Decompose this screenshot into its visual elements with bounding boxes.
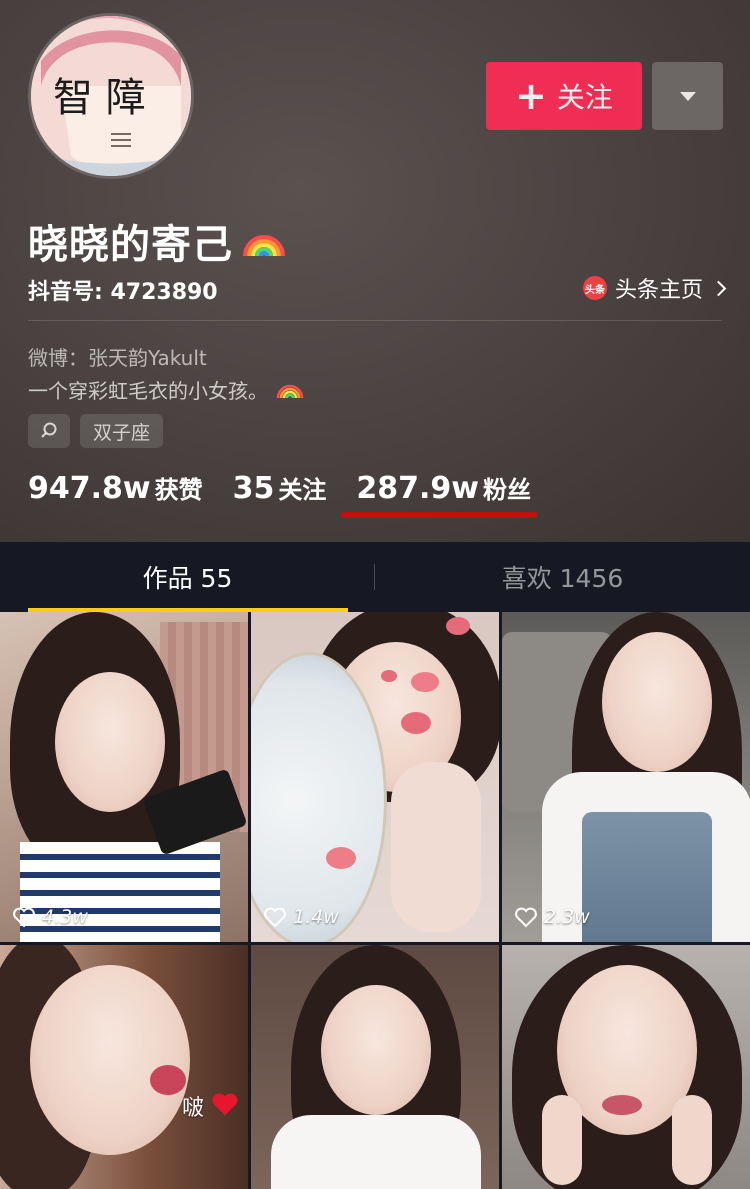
video-thumbnail[interactable]: [502, 945, 750, 1189]
douyin-id: 抖音号: 4723890: [28, 280, 218, 305]
weibo-info: 微博：张天韵Yakult: [28, 346, 207, 370]
heart-icon: [515, 907, 537, 928]
fans-count: 287.9w: [356, 471, 479, 506]
video-overlay-text: 啵: [182, 1096, 205, 1121]
red-heart-icon: [212, 1093, 238, 1116]
video-grid: 4.3w 1.4w 2.3w 啵: [0, 612, 750, 1189]
video-thumbnail[interactable]: 2.3w: [502, 612, 750, 942]
toutiao-homepage-link[interactable]: 头条 头条主页: [582, 272, 727, 304]
signature: 一个穿彩虹毛衣的小女孩。: [28, 379, 268, 403]
heart-icon: [264, 907, 286, 928]
video-likes: 1.4w: [263, 906, 339, 928]
more-options-button[interactable]: [652, 62, 723, 130]
video-thumbnail[interactable]: 4.3w: [0, 612, 248, 942]
video-likes: 2.3w: [514, 906, 590, 928]
fans-label: 粉丝: [482, 476, 531, 504]
profile-page: 智 障 + 关注 晓晓的寄己 抖音号: 4723890 头条 头条主页 微博：张…: [0, 0, 750, 1189]
video-thumbnail[interactable]: [251, 945, 499, 1189]
content-tabs: 作品 55 喜欢 1456: [0, 542, 750, 612]
nickname: 晓晓的寄己: [28, 222, 233, 268]
svg-text:智 障: 智 障: [53, 75, 146, 121]
avatar-image: 智 障: [31, 16, 191, 176]
video-likes: 4.3w: [12, 906, 88, 928]
profile-header: 智 障 + 关注 晓晓的寄己 抖音号: 4723890 头条 头条主页 微博：张…: [0, 0, 750, 542]
zodiac-tag[interactable]: 双子座: [80, 414, 164, 448]
video-thumbnail[interactable]: 啵: [0, 945, 248, 1189]
follow-button[interactable]: + 关注: [486, 62, 642, 130]
nickname-row: 晓晓的寄己: [28, 212, 287, 270]
video-thumbnail[interactable]: 1.4w: [251, 612, 499, 942]
chevron-right-icon: [710, 280, 727, 296]
caret-down-icon: [679, 91, 696, 101]
toutiao-label: 头条主页: [614, 278, 703, 303]
likes-received-label: 获赞: [154, 476, 203, 504]
avatar[interactable]: 智 障: [28, 13, 194, 179]
tab-likes[interactable]: 喜欢 1456: [375, 542, 750, 612]
following-label: 关注: [278, 476, 327, 504]
heart-icon: [13, 907, 35, 928]
plus-icon: +: [515, 74, 547, 118]
search-icon: [41, 422, 57, 438]
likes-received-stat[interactable]: 947.8w 获赞: [28, 470, 203, 506]
search-tag[interactable]: [28, 414, 70, 448]
divider: [28, 320, 722, 321]
following-stat[interactable]: 35 关注: [233, 470, 327, 506]
likes-received-count: 947.8w: [28, 471, 151, 506]
tab-works[interactable]: 作品 55: [0, 542, 375, 612]
follow-label: 关注: [556, 81, 613, 114]
following-count: 35: [232, 471, 275, 506]
rainbow-icon: [241, 218, 287, 264]
stats-row: 947.8w 获赞 35 关注 287.9w 粉丝: [28, 470, 561, 506]
fans-underline-annotation: [340, 512, 538, 518]
tags-row: 双子座: [28, 414, 164, 448]
toutiao-icon: 头条: [582, 276, 607, 300]
rainbow-icon: [276, 374, 304, 405]
fans-stat[interactable]: 287.9w 粉丝: [356, 470, 531, 506]
signature-row: 一个穿彩虹毛衣的小女孩。: [28, 374, 304, 405]
